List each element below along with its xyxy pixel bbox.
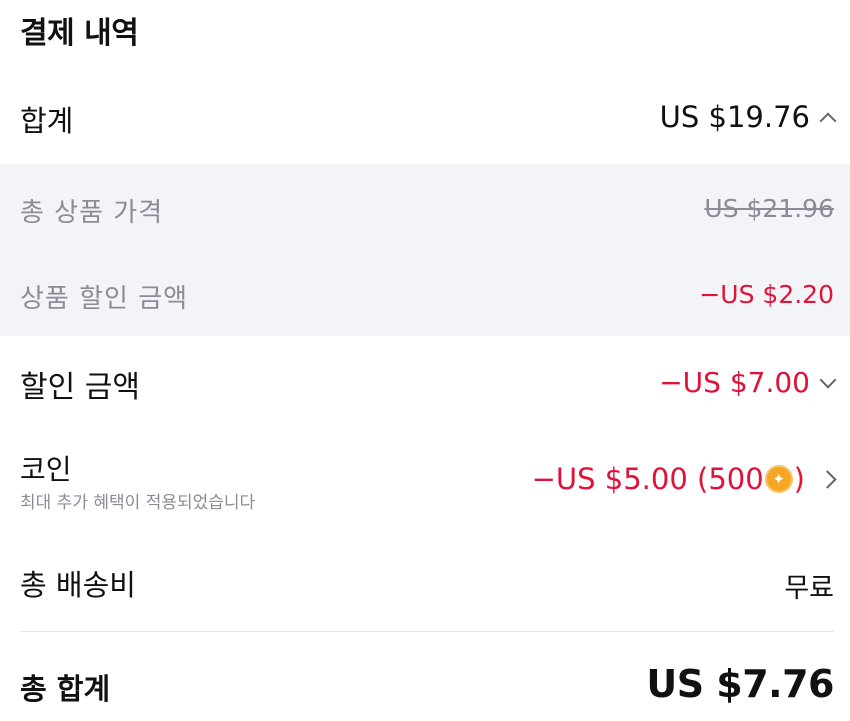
total-label: 총 합계 [20, 672, 111, 706]
discount-row[interactable]: 할인 금액 −US $7.00 [0, 362, 850, 412]
discount-value-group[interactable]: −US $7.00 [659, 366, 837, 399]
chevron-up-icon[interactable] [819, 112, 837, 130]
item-discount-value: −US $2.20 [699, 280, 834, 309]
discount-value: −US $7.00 [659, 366, 810, 399]
subtotal-label: 합계 [20, 104, 74, 138]
divider [20, 631, 834, 632]
total-value: US $7.76 [646, 662, 834, 706]
subtotal-breakdown-panel: 총 상품 가격 US $21.96 상품 할인 금액 −US $2.20 [0, 164, 850, 336]
item-total-value: US $21.96 [704, 194, 834, 223]
discount-label: 할인 금액 [20, 370, 140, 405]
item-discount-label: 상품 할인 금액 [20, 284, 189, 314]
subtotal-row[interactable]: 합계 US $19.76 [0, 92, 850, 152]
item-total-label: 총 상품 가격 [20, 198, 164, 228]
coins-value-group[interactable]: −US $5.00 (500 ✦ ) [531, 462, 837, 496]
shipping-label: 총 배송비 [20, 568, 136, 602]
chevron-right-icon[interactable] [818, 469, 837, 489]
subtotal-value-group[interactable]: US $19.76 [659, 100, 837, 134]
coin-icon: ✦ [764, 465, 793, 493]
chevron-down-icon[interactable] [819, 371, 837, 388]
shipping-value: 무료 [784, 573, 834, 604]
coins-row[interactable]: 코인 최대 추가 혜택이 적용되었습니다 −US $5.00 (500 ✦ ) [0, 444, 850, 524]
page-title: 결제 내역 [20, 16, 139, 51]
breakdown-row-item-total: 총 상품 가격 US $21.96 [0, 188, 850, 228]
subtotal-value: US $19.76 [659, 100, 810, 134]
coins-label: 코인 [20, 453, 72, 486]
coins-value: −US $5.00 (500 [531, 462, 764, 496]
breakdown-row-item-discount: 상품 할인 금액 −US $2.20 [0, 274, 850, 314]
shipping-row: 총 배송비 무료 [0, 562, 850, 612]
coins-note: 최대 추가 혜택이 적용되었습니다 [20, 493, 256, 513]
coins-value-suffix: ) [793, 462, 805, 496]
total-row: 총 합계 US $7.76 [0, 662, 850, 712]
